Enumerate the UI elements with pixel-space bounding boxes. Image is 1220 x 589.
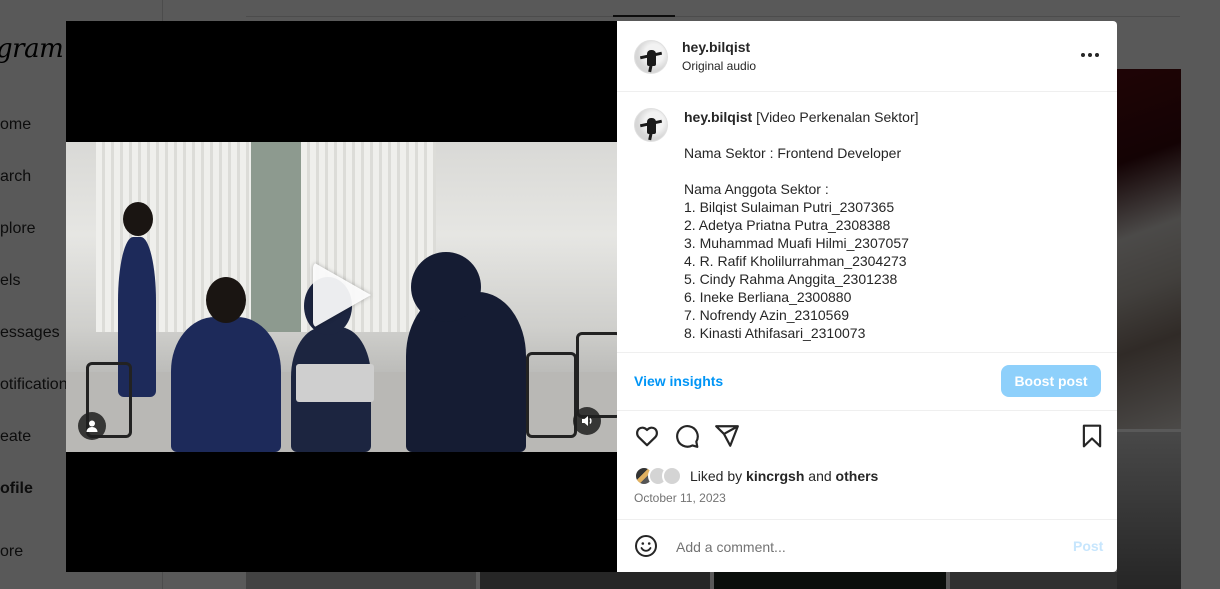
caption-body: [Video Perkenalan Sektor] Nama Sektor : …: [684, 109, 919, 341]
likes-others-link[interactable]: others: [836, 468, 879, 484]
post-date[interactable]: October 11, 2023: [634, 491, 726, 505]
caption-section: hey.bilqist [Video Perkenalan Sektor] Na…: [617, 92, 1117, 352]
add-comment-input[interactable]: [674, 534, 1058, 560]
post-video[interactable]: [66, 21, 617, 572]
comment-composer: Post: [617, 519, 1117, 573]
student-standing: [406, 292, 526, 452]
student-head: [206, 277, 246, 323]
likes-prefix: Liked by: [690, 468, 743, 484]
comment-bubble-icon[interactable]: [674, 423, 700, 449]
post-header: hey.bilqist Original audio: [617, 21, 1117, 92]
boost-post-button[interactable]: Boost post: [1001, 365, 1101, 397]
post-modal: hey.bilqist Original audio hey.bilqist […: [66, 21, 1117, 572]
liker-username[interactable]: kincrgsh: [746, 468, 804, 484]
tagged-user-icon[interactable]: [78, 412, 106, 440]
video-frame[interactable]: [66, 142, 617, 452]
post-caption: hey.bilqist [Video Perkenalan Sektor] Na…: [684, 108, 1104, 342]
original-audio-link[interactable]: Original audio: [682, 59, 756, 73]
classroom-chair: [526, 352, 577, 438]
more-options-icon[interactable]: [1080, 45, 1100, 65]
bookmark-save-icon[interactable]: [1079, 423, 1105, 449]
student-hijab: [411, 252, 481, 322]
likes-text: Liked by kincrgsh and others: [690, 468, 878, 484]
student-head: [123, 202, 153, 236]
avatar[interactable]: [634, 108, 668, 142]
student-seated: [171, 317, 281, 452]
share-send-icon[interactable]: [714, 423, 740, 449]
window: [251, 142, 301, 332]
post-author-username[interactable]: hey.bilqist: [682, 39, 750, 55]
insights-row: View insights Boost post: [617, 352, 1117, 411]
emoji-smiley-icon[interactable]: [634, 534, 658, 558]
avatar[interactable]: [634, 40, 668, 74]
like-heart-icon[interactable]: [634, 423, 660, 449]
post-details-panel: hey.bilqist Original audio hey.bilqist […: [617, 21, 1117, 572]
likes-summary: Liked by kincrgsh and others: [634, 465, 878, 487]
audio-toggle-icon[interactable]: [573, 407, 601, 435]
post-actions: [617, 419, 1117, 455]
liker-avatar[interactable]: [662, 466, 682, 486]
view-insights-link[interactable]: View insights: [634, 373, 723, 389]
likes-and: and: [808, 468, 832, 484]
post-comment-button[interactable]: Post: [1073, 538, 1103, 554]
play-icon[interactable]: [313, 262, 371, 328]
caption-username[interactable]: hey.bilqist: [684, 109, 752, 125]
laptop: [296, 364, 374, 402]
classroom-chair: [576, 332, 617, 418]
